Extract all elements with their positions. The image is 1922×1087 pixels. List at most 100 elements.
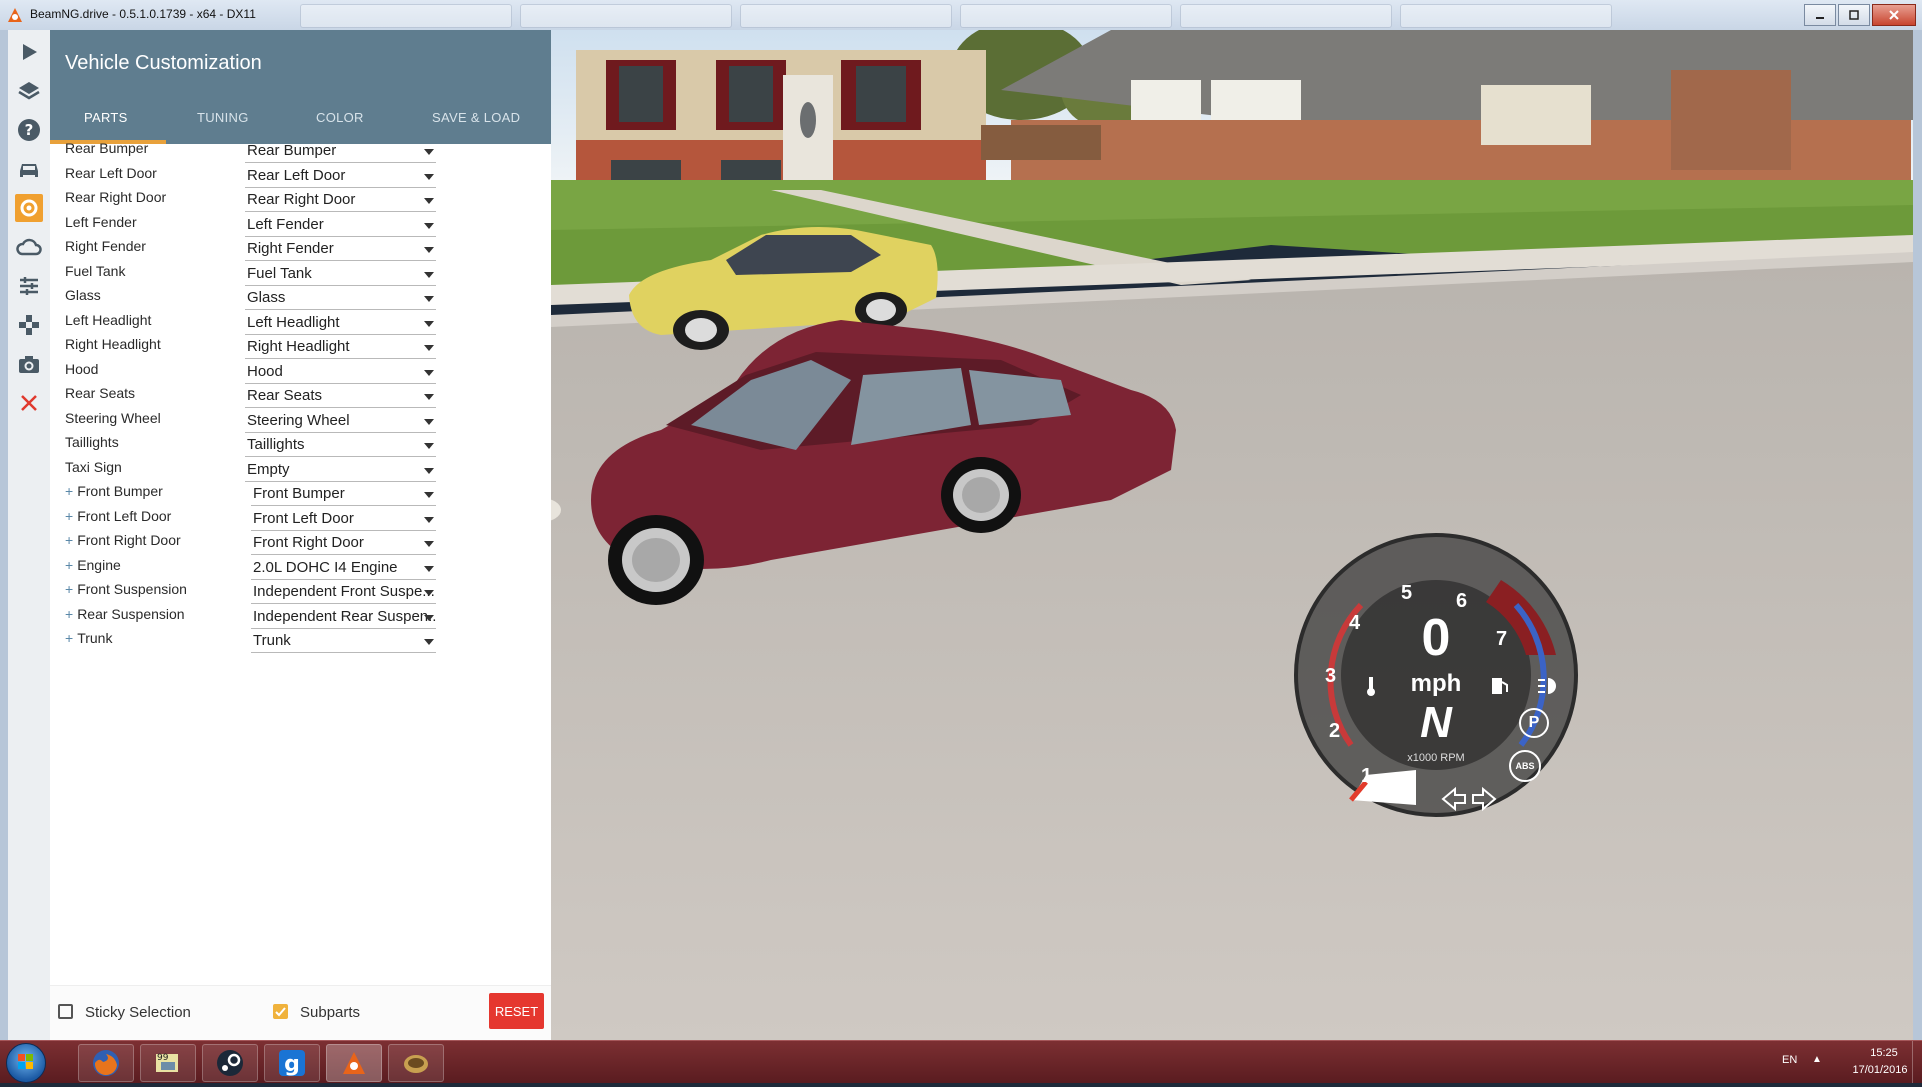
clock-time[interactable]: 15:25 bbox=[1854, 1047, 1914, 1059]
play-button[interactable] bbox=[15, 38, 43, 66]
speed-readout: 0 bbox=[1421, 609, 1451, 667]
taskbar-beamng[interactable] bbox=[326, 1044, 382, 1082]
part-dropdown[interactable]: Rear Seats bbox=[245, 385, 436, 408]
dropdown-caret-icon bbox=[424, 247, 434, 253]
language-indicator[interactable]: EN bbox=[1782, 1054, 1797, 1066]
part-dropdown[interactable]: Independent Rear Suspen.. bbox=[251, 606, 436, 629]
part-label[interactable]: + Front Left Door bbox=[65, 508, 171, 524]
dropdown-caret-icon bbox=[424, 271, 434, 278]
dropdown-caret-icon bbox=[424, 492, 434, 498]
part-dropdown[interactable]: Trunk bbox=[251, 630, 436, 653]
part-dropdown[interactable]: Empty bbox=[245, 459, 436, 482]
windows-taskbar: 99 g EN ▲ 15:25 17/01/2016 bbox=[0, 1040, 1922, 1083]
part-dropdown[interactable]: Right Headlight bbox=[245, 336, 436, 359]
photo-mode-button[interactable] bbox=[15, 350, 43, 378]
part-dropdown[interactable]: Rear Right Door bbox=[245, 189, 436, 212]
part-label-text: Front Bumper bbox=[77, 483, 163, 499]
expand-plus-icon[interactable]: + bbox=[65, 557, 73, 573]
taskbar-tool[interactable]: 99 bbox=[140, 1044, 196, 1082]
part-dropdown[interactable]: Right Fender bbox=[245, 238, 436, 261]
vehicle-button[interactable] bbox=[15, 155, 43, 183]
part-dropdown-value: Taillights bbox=[247, 436, 305, 453]
part-dropdown-value: Front Left Door bbox=[253, 509, 354, 527]
part-label[interactable]: + Front Bumper bbox=[65, 483, 163, 499]
part-dropdown-value: 2.0L DOHC I4 Engine bbox=[253, 558, 398, 576]
clock-date[interactable]: 17/01/2016 bbox=[1840, 1064, 1920, 1076]
controls-button[interactable] bbox=[15, 311, 43, 339]
part-dropdown[interactable]: Left Headlight bbox=[245, 312, 436, 335]
part-label[interactable]: + Trunk bbox=[65, 630, 112, 646]
part-dropdown[interactable]: 2.0L DOHC I4 Engine bbox=[251, 557, 436, 580]
part-label-text: Front Left Door bbox=[77, 507, 172, 524]
dropdown-caret-icon bbox=[424, 639, 434, 645]
part-label[interactable]: + Front Suspension bbox=[65, 581, 187, 597]
sliders-icon bbox=[20, 277, 38, 295]
expand-plus-icon[interactable]: + bbox=[65, 508, 73, 524]
street-scene bbox=[551, 30, 1913, 1040]
part-dropdown[interactable]: Rear Bumper bbox=[245, 140, 436, 163]
dropdown-caret-icon bbox=[424, 369, 434, 376]
gmod-icon: g bbox=[279, 1050, 305, 1077]
dropdown-caret-icon bbox=[424, 394, 434, 400]
part-label: Steering Wheel bbox=[65, 410, 161, 426]
part-label-text: Glass bbox=[65, 287, 101, 303]
tab-color[interactable]: COLOR bbox=[316, 110, 364, 125]
rpm-tick-3: 3 bbox=[1325, 665, 1337, 687]
part-dropdown-value: Left Headlight bbox=[247, 313, 340, 331]
part-label[interactable]: + Rear Suspension bbox=[65, 606, 185, 622]
expand-plus-icon[interactable]: + bbox=[65, 532, 73, 548]
abs-indicator: ABS bbox=[1509, 750, 1541, 782]
part-dropdown[interactable]: Front Bumper bbox=[251, 483, 436, 506]
gear-indicator: N bbox=[1420, 698, 1452, 747]
show-desktop-button[interactable] bbox=[1912, 1041, 1922, 1083]
close-window-button[interactable] bbox=[1872, 4, 1916, 26]
part-label[interactable]: + Engine bbox=[65, 557, 121, 573]
expand-plus-icon[interactable]: + bbox=[65, 606, 73, 622]
dropdown-caret-icon bbox=[424, 198, 434, 204]
rpm-tick-5: 5 bbox=[1401, 582, 1413, 604]
expand-plus-icon[interactable]: + bbox=[65, 483, 73, 499]
taskbar-gmod[interactable]: g bbox=[264, 1044, 320, 1082]
tab-save-load[interactable]: SAVE & LOAD bbox=[432, 110, 520, 125]
part-dropdown[interactable]: Hood bbox=[245, 361, 436, 384]
taskbar-firefox[interactable] bbox=[78, 1044, 134, 1082]
part-dropdown[interactable]: Taillights bbox=[245, 434, 436, 457]
part-dropdown[interactable]: Front Right Door bbox=[251, 532, 436, 555]
dropdown-caret-icon bbox=[424, 345, 434, 351]
tab-tuning[interactable]: TUNING bbox=[197, 110, 249, 125]
part-dropdown[interactable]: Rear Left Door bbox=[245, 165, 436, 188]
window-title-bar: BeamNG.drive - 0.5.1.0.1739 - x64 - DX11 bbox=[0, 0, 1922, 31]
panel-footer: Sticky Selection Subparts RESET bbox=[50, 985, 551, 1041]
part-dropdown[interactable]: Front Left Door bbox=[251, 508, 436, 531]
taskbar-steam[interactable] bbox=[202, 1044, 258, 1082]
expand-plus-icon[interactable]: + bbox=[65, 630, 73, 646]
vehicle-config-button[interactable] bbox=[15, 194, 43, 222]
parts-icon bbox=[20, 199, 38, 217]
minimize-button[interactable] bbox=[1804, 4, 1836, 26]
panel-header: Vehicle Customization PARTS TUNING COLOR… bbox=[50, 30, 551, 144]
tray-expand-icon[interactable]: ▲ bbox=[1812, 1054, 1822, 1065]
start-button[interactable] bbox=[6, 1043, 46, 1083]
part-label: Taxi Sign bbox=[65, 459, 122, 475]
part-dropdown[interactable]: Glass bbox=[245, 287, 436, 310]
part-dropdown[interactable]: Left Fender bbox=[245, 214, 436, 237]
tab-parts[interactable]: PARTS bbox=[84, 110, 128, 125]
part-label[interactable]: + Front Right Door bbox=[65, 532, 181, 548]
environment-button[interactable] bbox=[15, 233, 43, 261]
sticky-selection-checkbox[interactable] bbox=[58, 1004, 73, 1019]
game-viewport[interactable]: 1 2 3 4 5 6 7 0 mph N x1000 RPM P ABS bbox=[551, 30, 1913, 1040]
reset-button[interactable]: RESET bbox=[489, 993, 544, 1029]
fuel-icon bbox=[1492, 678, 1508, 694]
dropdown-caret-icon bbox=[424, 590, 434, 596]
part-dropdown[interactable]: Independent Front Suspe... bbox=[251, 581, 436, 604]
options-button[interactable] bbox=[15, 272, 43, 300]
taskbar-misc[interactable] bbox=[388, 1044, 444, 1082]
part-dropdown[interactable]: Steering Wheel bbox=[245, 410, 436, 433]
help-button[interactable]: ? bbox=[15, 116, 43, 144]
subparts-checkbox[interactable] bbox=[273, 1004, 288, 1019]
close-menu-button[interactable] bbox=[15, 389, 43, 417]
part-dropdown[interactable]: Fuel Tank bbox=[245, 263, 436, 286]
layers-button[interactable] bbox=[15, 77, 43, 105]
expand-plus-icon[interactable]: + bbox=[65, 581, 73, 597]
maximize-button[interactable] bbox=[1838, 4, 1870, 26]
